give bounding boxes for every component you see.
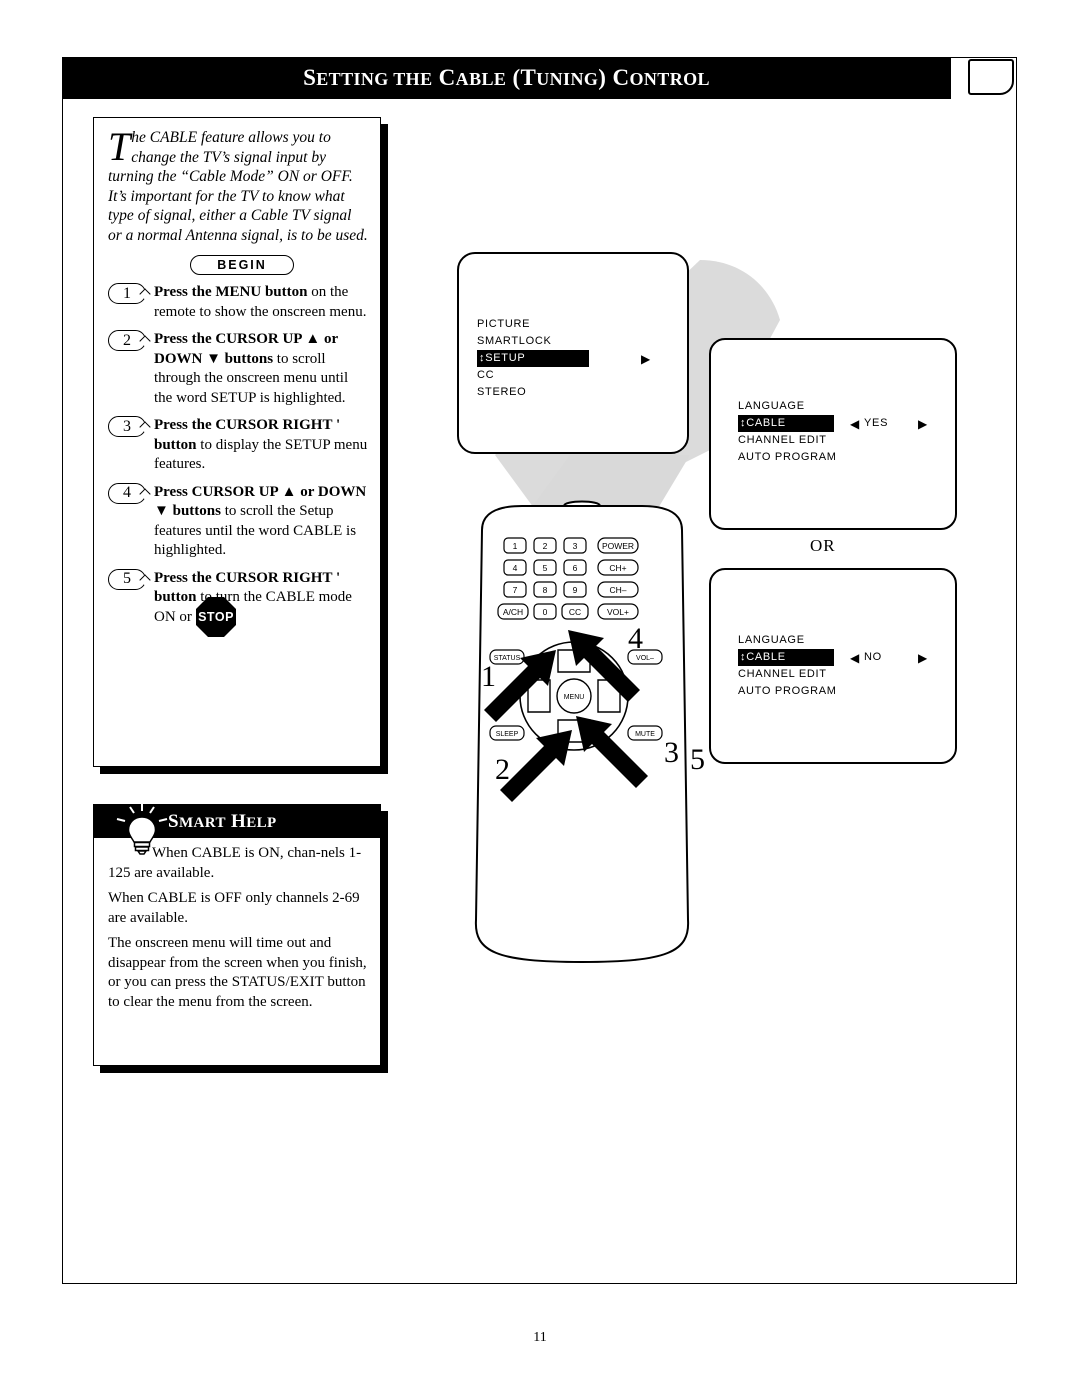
- callout-arrows: [484, 630, 648, 802]
- osd2-item-auto-program: AUTO PROGRAM: [738, 449, 837, 466]
- osd2-label-channel-edit: CHANNEL EDIT: [738, 434, 827, 446]
- osd-menu-1: PICTURE SMARTLOCK ↕SETUP ▶ CC STEREO: [477, 316, 650, 401]
- osd2-label-cable: ↕CABLE: [738, 415, 834, 432]
- osd3-label-cable: ↕CABLE: [738, 649, 834, 666]
- intro-dropcap: T: [108, 124, 131, 169]
- stop-label: STOP: [198, 610, 234, 624]
- smart-help-panel: SMART HELP When CABLE is ON, chan-nels 1…: [93, 804, 381, 1066]
- step-number-3: 3: [108, 416, 146, 437]
- osd3-item-cable: ↕CABLE ◀ NO ▶: [738, 649, 927, 666]
- osd2-label-auto-program: AUTO PROGRAM: [738, 451, 837, 463]
- step-2: 2 Press the CURSOR UP ▲ or DOWN ▼ button…: [108, 330, 368, 408]
- begin-label: BEGIN: [217, 258, 267, 272]
- osd-label-cc: CC: [477, 369, 495, 381]
- callout-2: 2: [495, 753, 510, 786]
- osd-item-picture: PICTURE: [477, 316, 589, 333]
- smart-help-paragraph-3: The onscreen menu will time out and disa…: [108, 935, 367, 1010]
- tv-screen-main-menu: PICTURE SMARTLOCK ↕SETUP ▶ CC STEREO: [457, 252, 689, 454]
- osd3-cable-value: NO: [864, 651, 882, 663]
- osd3-item-language: LANGUAGE: [738, 632, 837, 649]
- smart-help-title: SMART HELP: [168, 810, 277, 832]
- osd-item-smartlock: SMARTLOCK: [477, 333, 589, 350]
- chevron-left-icon-3: ◀: [850, 651, 860, 665]
- step-number-5: 5: [108, 568, 146, 590]
- osd-item-stereo: STEREO: [477, 384, 589, 401]
- step-1-bold: Press the MENU button: [154, 284, 308, 300]
- osd-label-smartlock: SMARTLOCK: [477, 335, 552, 347]
- step-5: 5 Press the CURSOR RIGHT ' button to tur…: [108, 568, 368, 628]
- osd2-label-language: LANGUAGE: [738, 400, 805, 412]
- osd3-label-auto-program: AUTO PROGRAM: [738, 685, 837, 697]
- osd-setup-text: SETUP: [485, 352, 526, 364]
- callout-4: 4: [628, 622, 643, 655]
- step-number-1: 1: [108, 283, 146, 304]
- page-title: SETTING THE CABLE (TUNING) CONTROL: [303, 65, 710, 90]
- callout-5: 5: [690, 743, 705, 776]
- osd-menu-3: LANGUAGE ↕CABLE ◀ NO ▶ CHANNEL EDIT AUTO…: [738, 632, 927, 700]
- callout-1: 1: [481, 660, 496, 693]
- chevron-left-icon-2: ◀: [850, 417, 860, 431]
- osd3-item-channel-edit: CHANNEL EDIT: [738, 666, 837, 683]
- osd-item-cc: CC: [477, 367, 589, 384]
- osd-menu-2: LANGUAGE ↕CABLE ◀ YES ▶ CHANNEL EDIT AUT…: [738, 398, 927, 466]
- osd2-item-channel-edit: CHANNEL EDIT: [738, 432, 837, 449]
- osd2-item-cable: ↕CABLE ◀ YES ▶: [738, 415, 927, 432]
- intro-paragraph: The CABLE feature allows you to change t…: [108, 126, 368, 245]
- chevron-right-icon-3: ▶: [918, 651, 928, 665]
- begin-badge: BEGIN: [190, 255, 294, 275]
- stop-badge: STOP: [196, 597, 236, 637]
- or-label: OR: [810, 536, 836, 555]
- step-1: 1 Press the MENU button on the remote to…: [108, 283, 368, 322]
- smart-help-paragraph-2: When CABLE is OFF only channels 2-69 are…: [108, 890, 360, 926]
- osd-label-stereo: STEREO: [477, 386, 527, 398]
- osd3-item-auto-program: AUTO PROGRAM: [738, 683, 837, 700]
- osd3-cable-text: CABLE: [746, 651, 786, 663]
- chevron-right-icon-2: ▶: [918, 417, 928, 431]
- lightbulb-icon: [116, 804, 168, 855]
- step-number-4: 4: [108, 482, 146, 504]
- step-3: 3 Press the CURSOR RIGHT ' button to dis…: [108, 416, 368, 475]
- instruction-panel: The CABLE feature allows you to change t…: [93, 117, 381, 767]
- page-title-bar: SETTING THE CABLE (TUNING) CONTROL: [62, 57, 951, 99]
- osd2-cable-value: YES: [864, 417, 889, 429]
- osd-item-setup: ↕SETUP ▶: [477, 350, 650, 367]
- callout-3: 3: [664, 736, 679, 769]
- chevron-right-icon: ▶: [641, 352, 651, 366]
- osd-label-picture: PICTURE: [477, 318, 531, 330]
- page-number: 11: [533, 1330, 547, 1345]
- osd-label-setup: ↕SETUP: [477, 350, 589, 367]
- osd2-item-language: LANGUAGE: [738, 398, 837, 415]
- osd2-cable-text: CABLE: [746, 417, 786, 429]
- step-number-2: 2: [108, 330, 146, 351]
- intro-text: he CABLE feature allows you to change th…: [108, 129, 368, 244]
- corner-marker-box: [968, 59, 1014, 95]
- smart-help-body: When CABLE is ON, chan-nels 1-125 are av…: [94, 838, 380, 1022]
- step-4: 4 Press CURSOR UP ▲ or DOWN ▼ buttons to…: [108, 482, 368, 561]
